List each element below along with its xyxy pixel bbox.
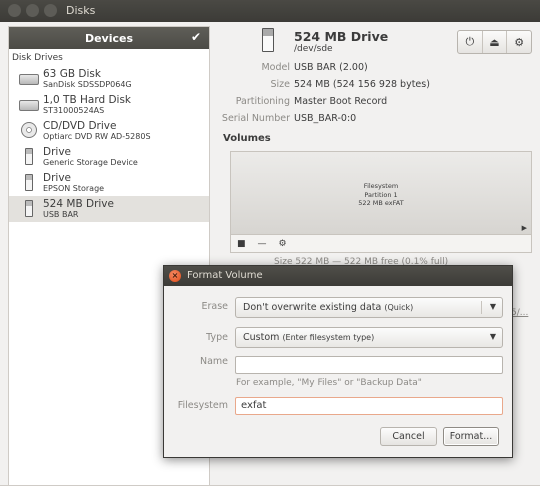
name-hint: For example, "My Files" or "Backup Data" — [236, 378, 422, 388]
property-label: Model — [261, 62, 290, 73]
property-label: Size — [270, 79, 290, 90]
drive-name: 524 MB Drive — [43, 198, 114, 210]
volume-type: Filesystem — [363, 182, 399, 190]
erase-value-suffix: (Quick) — [384, 303, 414, 312]
disk-drives-group-label: Disk Drives — [12, 53, 63, 63]
drive-item-524mb[interactable]: 524 MB Drive USB BAR — [9, 196, 209, 222]
volume-map[interactable]: Filesystem Partition 1 522 MB exFAT ▶ — [230, 151, 532, 235]
window-titlebar: Disks — [0, 0, 540, 22]
chevron-down-icon: ▼ — [489, 332, 496, 341]
drive-model: SanDisk SDSSDP064G — [43, 80, 132, 89]
usb-drive-icon — [19, 148, 39, 166]
drive-title: 524 MB Drive — [294, 29, 389, 44]
power-off-button[interactable]: ⏻ — [458, 31, 483, 53]
drive-item-generic[interactable]: Drive Generic Storage Device — [9, 144, 209, 170]
property-label: Serial Number — [221, 113, 290, 124]
drive-name: Drive — [43, 146, 71, 158]
drive-name: CD/DVD Drive — [43, 120, 117, 132]
property-value: 524 MB (524 156 928 bytes) — [294, 79, 430, 90]
erase-label: Erase — [201, 301, 228, 312]
devices-header-label: Devices — [84, 31, 134, 45]
power-icon: ⏻ — [465, 35, 475, 48]
devices-header: Devices ✔ — [9, 27, 209, 49]
gear-icon[interactable]: ⚙ — [279, 239, 287, 249]
window-title: Disks — [66, 4, 96, 17]
property-label: Partitioning — [235, 96, 290, 107]
usb-drive-icon — [19, 174, 39, 192]
property-value: USB_BAR-0:0 — [294, 113, 357, 124]
window-minimize-button[interactable] — [26, 4, 39, 17]
drive-item-cd-dvd[interactable]: CD/DVD Drive Optiarc DVD RW AD-5280S — [9, 118, 209, 144]
type-label: Type — [206, 332, 228, 343]
drive-item-1tb[interactable]: 1,0 TB Hard Disk ST31000524AS — [9, 92, 209, 118]
drive-model: Optiarc DVD RW AD-5280S — [43, 132, 151, 141]
drive-name: Drive — [43, 172, 71, 184]
combo-separator — [481, 301, 482, 314]
checkmark-icon[interactable]: ✔ — [191, 30, 201, 44]
usb-drive-icon — [19, 200, 39, 218]
name-label: Name — [199, 356, 228, 367]
format-button[interactable]: Format... — [443, 427, 499, 446]
volume-partition: Partition 1 — [364, 190, 398, 199]
drive-model: ST31000524AS — [43, 106, 105, 115]
erase-selected-value: Don't overwrite existing data (Quick) — [243, 302, 413, 313]
type-selected-value: Custom (Enter filesystem type) — [243, 332, 374, 343]
drive-item-63gb[interactable]: 63 GB Disk SanDisk SDSSDP064G — [9, 66, 209, 92]
usb-drive-icon — [262, 28, 274, 52]
erase-select[interactable]: Don't overwrite existing data (Quick) ▼ — [235, 297, 503, 318]
type-value-suffix: (Enter filesystem type) — [282, 333, 375, 342]
window-maximize-button[interactable] — [44, 4, 57, 17]
drive-properties: Model USB BAR (2.00) Size 524 MB (524 15… — [214, 60, 540, 128]
filesystem-field[interactable]: exfat — [235, 397, 503, 415]
hard-disk-icon — [19, 96, 39, 114]
close-icon[interactable]: × — [169, 270, 181, 282]
drive-item-epson[interactable]: Drive EPSON Storage — [9, 170, 209, 196]
stop-icon[interactable]: ■ — [237, 239, 246, 249]
format-volume-dialog: × Format Volume Erase Don't overwrite ex… — [163, 265, 513, 458]
drive-toolbar: ⏻ ⏏ ⚙ — [457, 30, 532, 54]
property-row-serial: Serial Number USB_BAR-0:0 — [214, 111, 540, 128]
scroll-right-icon[interactable]: ▶ — [522, 224, 527, 232]
remove-partition-icon[interactable]: — — [258, 239, 267, 249]
type-select[interactable]: Custom (Enter filesystem type) ▼ — [235, 327, 503, 348]
cancel-button[interactable]: Cancel — [380, 427, 437, 446]
property-value: Master Boot Record — [294, 96, 388, 107]
drive-device-path: /dev/sde — [294, 44, 333, 54]
drive-name: 1,0 TB Hard Disk — [43, 94, 132, 106]
volume-toolbar: ■ — ⚙ — [230, 235, 532, 253]
filesystem-label: Filesystem — [177, 400, 228, 411]
drive-model: EPSON Storage — [43, 184, 105, 193]
property-row-size: Size 524 MB (524 156 928 bytes) — [214, 77, 540, 94]
volumes-heading: Volumes — [223, 133, 271, 144]
dialog-titlebar: × Format Volume — [164, 266, 512, 286]
volume-partition-1[interactable]: Filesystem Partition 1 522 MB exFAT — [231, 182, 531, 208]
property-value: USB BAR (2.00) — [294, 62, 368, 73]
window-close-button[interactable] — [8, 4, 21, 17]
eject-button[interactable]: ⏏ — [483, 31, 508, 53]
optical-disc-icon — [19, 122, 39, 140]
gear-icon: ⚙ — [514, 35, 525, 49]
volume-size-fs: 522 MB exFAT — [358, 199, 404, 207]
hard-disk-icon — [19, 70, 39, 88]
property-row-model: Model USB BAR (2.00) — [214, 60, 540, 77]
drive-model: Generic Storage Device — [43, 158, 138, 167]
volume-contents-link[interactable]: 5/... — [511, 308, 528, 318]
drive-name: 63 GB Disk — [43, 68, 101, 80]
eject-icon: ⏏ — [489, 35, 500, 49]
drive-model: USB BAR — [43, 210, 79, 219]
type-value-text: Custom — [243, 332, 280, 343]
drive-settings-button[interactable]: ⚙ — [507, 31, 531, 53]
chevron-down-icon: ▼ — [489, 302, 496, 311]
property-row-partitioning: Partitioning Master Boot Record — [214, 94, 540, 111]
dialog-title: Format Volume — [187, 270, 263, 281]
name-field[interactable] — [235, 356, 503, 374]
erase-value-text: Don't overwrite existing data — [243, 302, 382, 313]
